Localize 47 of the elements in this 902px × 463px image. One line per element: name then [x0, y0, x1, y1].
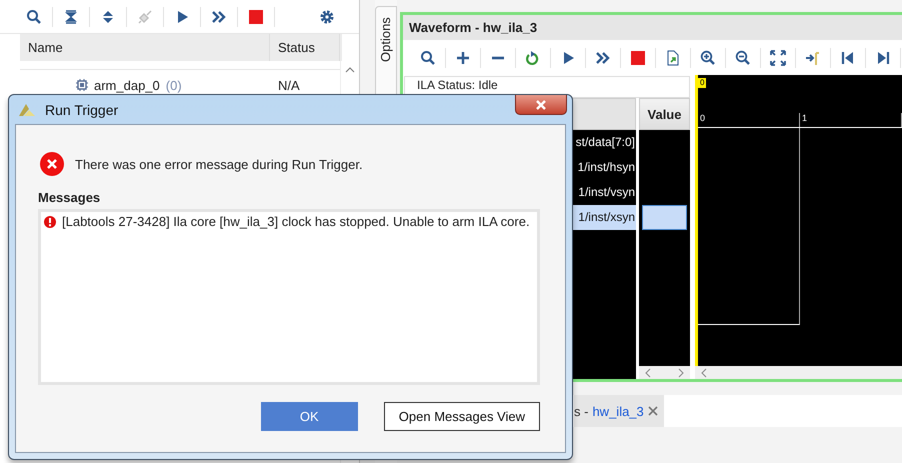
circular-arrow-icon[interactable] — [525, 50, 541, 66]
plus-icon[interactable] — [455, 50, 471, 66]
close-icon[interactable] — [648, 406, 658, 416]
item-count: (0) — [166, 78, 182, 92]
column-header[interactable]: Name — [20, 34, 270, 61]
time-label: 1 — [800, 113, 902, 127]
arrow-bracket-icon[interactable] — [805, 50, 821, 66]
cursor-marker[interactable]: 0 — [698, 78, 706, 88]
zoom-in-icon[interactable] — [700, 50, 716, 66]
chevron-left-icon[interactable] — [701, 368, 707, 378]
skip-back-icon[interactable] — [840, 50, 856, 66]
value-cell[interactable] — [642, 205, 687, 230]
time-label: 0 — [698, 113, 800, 127]
document-tab[interactable]: s - hw_ila_3 — [574, 395, 664, 427]
open-messages-button[interactable]: Open Messages View — [384, 402, 540, 431]
chevron-right-icon[interactable] — [678, 368, 684, 378]
status-cell-text: N/A — [277, 78, 301, 92]
chevrons-apart-icon[interactable] — [100, 8, 116, 24]
zoom-out-icon[interactable] — [735, 50, 751, 66]
chevrons-together-icon[interactable] — [63, 8, 79, 24]
section-label: Messages — [38, 190, 102, 205]
tree-item[interactable]: arm_dap_0 — [94, 78, 160, 92]
document-arrow-icon[interactable] — [665, 50, 681, 66]
skip-forward-icon[interactable] — [875, 50, 891, 66]
logo-icon — [17, 102, 37, 118]
column-header[interactable]: Status — [270, 34, 340, 61]
dialog-title: Run Trigger — [45, 102, 118, 118]
close-icon — [535, 100, 547, 110]
close-button[interactable] — [515, 95, 567, 115]
search-icon[interactable] — [26, 8, 42, 24]
error-summary: There was one error message during Run Trigger. — [75, 156, 363, 172]
gear-icon[interactable] — [319, 8, 335, 24]
expand-arrows-icon[interactable] — [770, 50, 786, 66]
stop-icon[interactable] — [248, 8, 264, 24]
panel-title: Waveform - hw_ila_3 — [403, 15, 902, 40]
chevron-up-icon[interactable] — [345, 67, 355, 73]
chip-icon — [76, 79, 88, 91]
stop-icon[interactable] — [630, 50, 646, 66]
ok-button[interactable]: OK — [260, 402, 358, 431]
message-text[interactable]: [Labtools 27-3428] Ila core [hw_ila_3] clock has stopped. Unable to arm ILA core. — [62, 214, 530, 229]
column-header[interactable]: Value — [639, 98, 690, 130]
chevron-left-icon[interactable] — [645, 368, 651, 378]
search-icon[interactable] — [420, 50, 436, 66]
double-chevron-icon[interactable] — [595, 50, 611, 66]
double-chevron-icon[interactable] — [211, 8, 227, 24]
error-icon — [40, 152, 64, 176]
error-icon — [44, 216, 56, 228]
